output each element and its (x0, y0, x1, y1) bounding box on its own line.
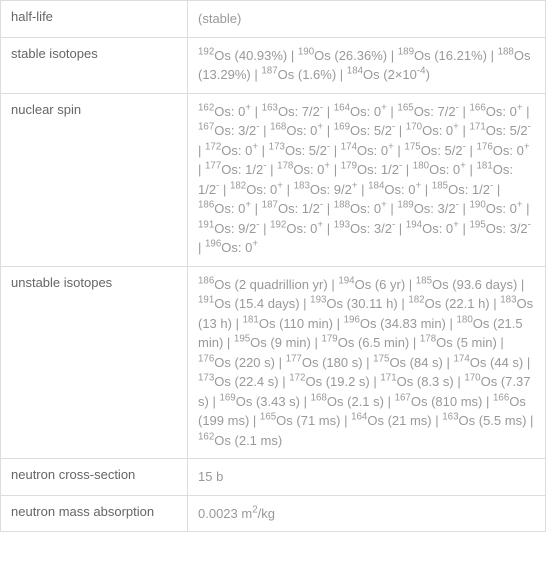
property-label: nuclear spin (0, 94, 188, 266)
table-row: neutron mass absorption0.0023 m2/kg (0, 496, 546, 533)
property-value: 186Os (2 quadrillion yr) | 194Os (6 yr) … (188, 267, 546, 459)
property-label: neutron mass absorption (0, 496, 188, 532)
property-label: half-life (0, 1, 188, 37)
property-value: (stable) (188, 1, 546, 37)
properties-table: half-life(stable)stable isotopes192Os (4… (0, 0, 546, 532)
property-label: stable isotopes (0, 38, 188, 93)
table-row: nuclear spin162Os: 0+ | 163Os: 7/2- | 16… (0, 94, 546, 267)
property-label: neutron cross-section (0, 459, 188, 495)
table-row: stable isotopes192Os (40.93%) | 190Os (2… (0, 38, 546, 94)
table-row: half-life(stable) (0, 0, 546, 38)
property-value: 162Os: 0+ | 163Os: 7/2- | 164Os: 0+ | 16… (188, 94, 546, 266)
table-row: unstable isotopes186Os (2 quadrillion yr… (0, 267, 546, 460)
property-value: 0.0023 m2/kg (188, 496, 546, 532)
table-row: neutron cross-section15 b (0, 459, 546, 496)
property-value: 15 b (188, 459, 546, 495)
property-value: 192Os (40.93%) | 190Os (26.36%) | 189Os … (188, 38, 546, 93)
property-label: unstable isotopes (0, 267, 188, 459)
